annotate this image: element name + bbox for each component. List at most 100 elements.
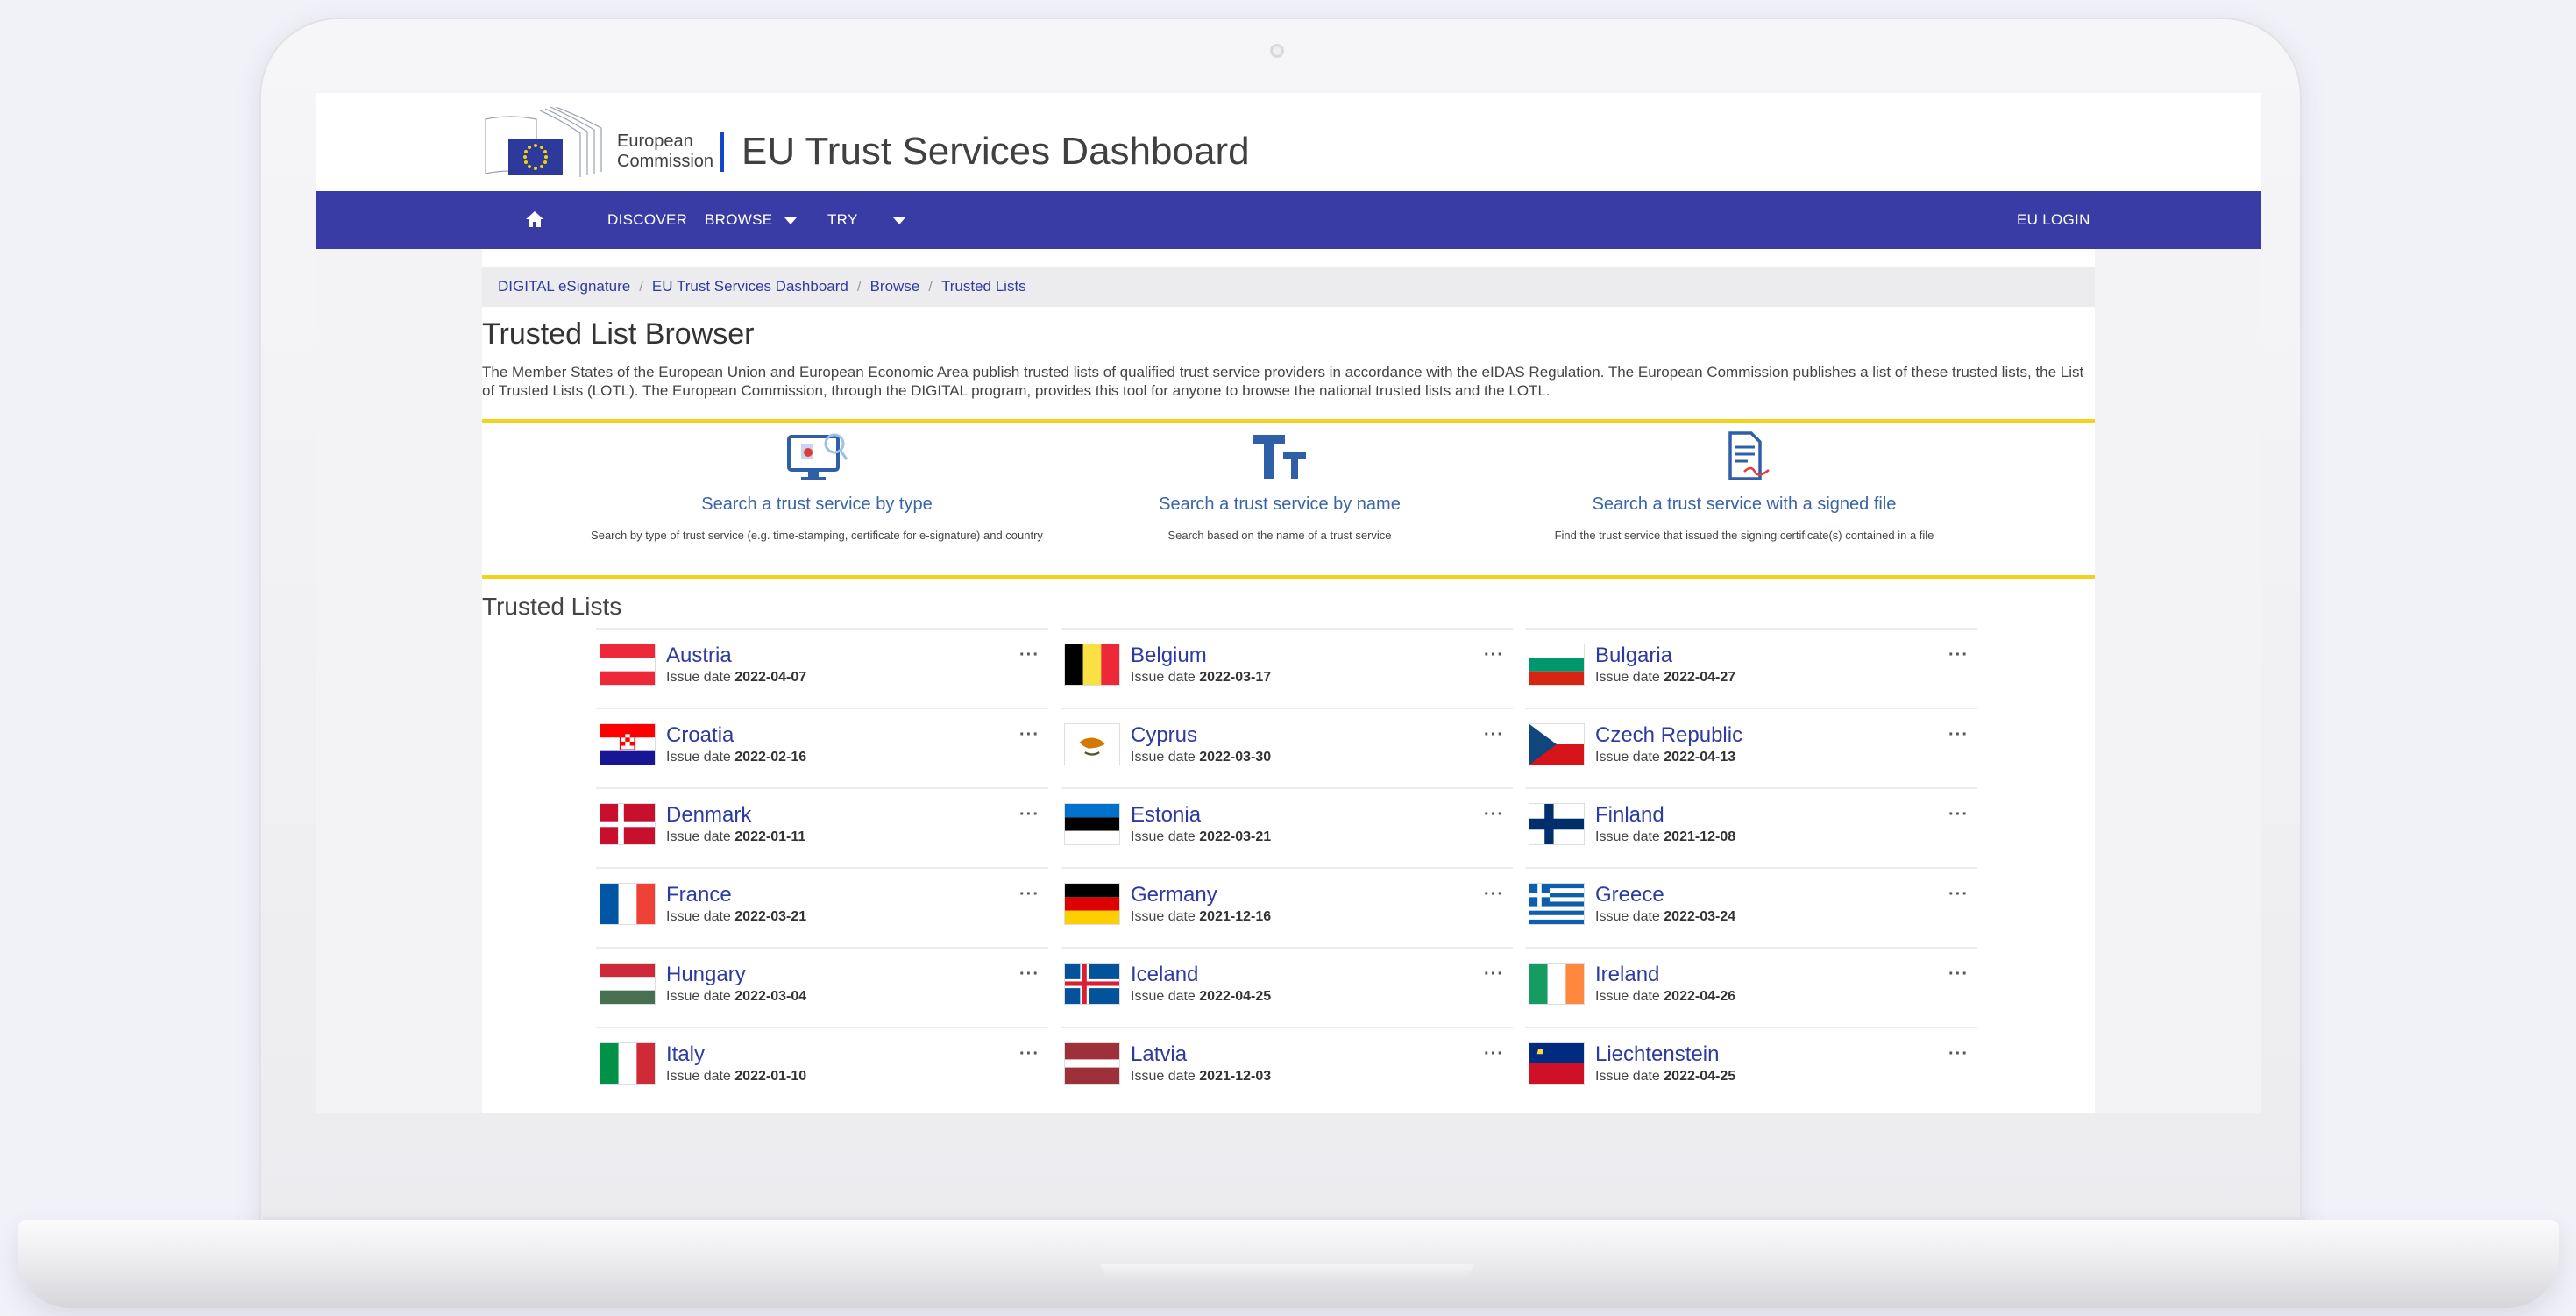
ireland-flag-icon <box>1529 963 1585 1005</box>
more-options-icon[interactable]: ··· <box>1948 885 1969 905</box>
country-card-latvia[interactable]: Latvia Issue date 2021-12-03 ··· <box>1061 1027 1513 1104</box>
more-options-icon[interactable]: ··· <box>1948 1044 1969 1064</box>
country-card-bulgaria[interactable]: Bulgaria Issue date 2022-04-27 ··· <box>1525 628 1977 705</box>
issue-date-label: Issue date <box>1595 750 1660 765</box>
country-card-germany[interactable]: Germany Issue date 2021-12-16 ··· <box>1061 867 1513 944</box>
latvia-flag-icon <box>1064 1042 1120 1085</box>
country-card-hungary[interactable]: Hungary Issue date 2022-03-04 ··· <box>596 947 1048 1024</box>
site-header: European Commission EU Trust Services Da… <box>316 93 2261 191</box>
country-card-denmark[interactable]: Denmark Issue date 2022-01-11 ··· <box>596 787 1048 864</box>
country-card-italy[interactable]: Italy Issue date 2022-01-10 ··· <box>596 1027 1048 1104</box>
country-card-austria[interactable]: Austria Issue date 2022-04-07 ··· <box>596 628 1048 705</box>
more-options-icon[interactable]: ··· <box>1019 805 1040 825</box>
chevron-down-icon <box>784 217 798 224</box>
country-name[interactable]: Croatia <box>666 723 734 748</box>
search-by-file-title[interactable]: Search a trust service with a signed fil… <box>1481 494 2007 515</box>
breadcrumb-dashboard[interactable]: EU Trust Services Dashboard <box>652 278 848 295</box>
search-by-name-card[interactable]: Search a trust service by name Search ba… <box>1017 430 1543 542</box>
hungary-flag-icon <box>600 963 656 1005</box>
site-title: EU Trust Services Dashboard <box>742 130 1250 173</box>
more-options-icon[interactable]: ··· <box>1019 964 1040 985</box>
nav-discover[interactable]: DISCOVER <box>607 191 687 249</box>
nav-try[interactable]: TRY <box>827 191 905 249</box>
search-by-type-title[interactable]: Search a trust service by type <box>554 494 1080 515</box>
country-name[interactable]: Italy <box>666 1042 705 1067</box>
more-options-icon[interactable]: ··· <box>1484 1044 1504 1064</box>
country-name[interactable]: Czech Republic <box>1595 723 1742 748</box>
country-card-iceland[interactable]: Iceland Issue date 2022-04-25 ··· <box>1061 947 1513 1024</box>
breadcrumb-separator: / <box>928 278 933 295</box>
country-name[interactable]: Iceland <box>1131 963 1198 987</box>
country-card-croatia[interactable]: Croatia Issue date 2022-02-16 ··· <box>596 708 1048 785</box>
country-name[interactable]: Finland <box>1595 803 1664 828</box>
bulgaria-flag-icon <box>1529 644 1585 686</box>
country-card-estonia[interactable]: Estonia Issue date 2022-03-21 ··· <box>1061 787 1513 864</box>
more-options-icon[interactable]: ··· <box>1484 885 1504 905</box>
country-card-belgium[interactable]: Belgium Issue date 2022-03-17 ··· <box>1061 628 1513 705</box>
more-options-icon[interactable]: ··· <box>1948 805 1969 825</box>
issue-date: Issue date 2022-03-17 <box>1131 670 1271 686</box>
breadcrumb-trusted-lists[interactable]: Trusted Lists <box>941 278 1026 295</box>
more-options-icon[interactable]: ··· <box>1484 645 1504 665</box>
issue-date-label: Issue date <box>666 750 731 765</box>
more-options-icon[interactable]: ··· <box>1948 645 1969 665</box>
issue-date-value: 2022-03-30 <box>1199 750 1272 765</box>
more-options-icon[interactable]: ··· <box>1484 805 1504 825</box>
issue-date: Issue date 2021-12-08 <box>1595 829 1735 845</box>
country-name[interactable]: Belgium <box>1131 644 1207 668</box>
more-options-icon[interactable]: ··· <box>1019 725 1040 745</box>
country-card-czech-republic[interactable]: Czech Republic Issue date 2022-04-13 ··· <box>1525 708 1977 785</box>
issue-date-value: 2022-01-11 <box>734 829 806 844</box>
computer-search-icon <box>787 433 848 480</box>
country-card-ireland[interactable]: Ireland Issue date 2022-04-26 ··· <box>1525 947 1977 1024</box>
country-name[interactable]: Latvia <box>1131 1042 1187 1067</box>
country-name[interactable]: Germany <box>1131 883 1217 907</box>
webcam <box>1270 44 1284 58</box>
issue-date-value: 2022-01-10 <box>734 1069 807 1084</box>
logo-divider <box>720 132 724 172</box>
country-name[interactable]: Liechtenstein <box>1595 1042 1719 1067</box>
issue-date: Issue date 2022-04-25 <box>1131 989 1271 1005</box>
country-name[interactable]: Austria <box>666 644 732 668</box>
more-options-icon[interactable]: ··· <box>1948 725 1969 745</box>
breadcrumb-browse[interactable]: Browse <box>870 278 920 295</box>
country-card-france[interactable]: France Issue date 2022-03-21 ··· <box>596 867 1048 944</box>
country-name[interactable]: Greece <box>1595 883 1664 907</box>
country-card-cyprus[interactable]: Cyprus Issue date 2022-03-30 ··· <box>1061 708 1513 785</box>
nav-browse[interactable]: BROWSE <box>705 191 798 249</box>
country-name[interactable]: Estonia <box>1131 803 1201 828</box>
italy-flag-icon <box>600 1042 656 1085</box>
issue-date-label: Issue date <box>1131 829 1196 844</box>
more-options-icon[interactable]: ··· <box>1019 1044 1040 1064</box>
more-options-icon[interactable]: ··· <box>1019 645 1040 665</box>
issue-date: Issue date 2022-04-26 <box>1595 989 1735 1005</box>
country-card-liechtenstein[interactable]: Liechtenstein Issue date 2022-04-25 ··· <box>1525 1027 1977 1104</box>
country-name[interactable]: Hungary <box>666 963 746 987</box>
eu-login-link[interactable]: EU LOGIN <box>2017 191 2090 249</box>
more-options-icon[interactable]: ··· <box>1484 964 1504 985</box>
country-card-finland[interactable]: Finland Issue date 2021-12-08 ··· <box>1525 787 1977 864</box>
country-name[interactable]: Denmark <box>666 803 751 828</box>
country-name[interactable]: Bulgaria <box>1595 644 1672 668</box>
country-name[interactable]: Cyprus <box>1131 723 1197 748</box>
issue-date-value: 2022-03-21 <box>1199 829 1272 844</box>
issue-date-label: Issue date <box>1131 750 1196 765</box>
more-options-icon[interactable]: ··· <box>1484 725 1504 745</box>
issue-date-label: Issue date <box>1131 1069 1196 1084</box>
search-by-type-card[interactable]: Search a trust service by type Search by… <box>554 430 1080 542</box>
issue-date: Issue date 2022-01-10 <box>666 1069 806 1085</box>
country-name[interactable]: France <box>666 883 732 907</box>
country-card-greece[interactable]: Greece Issue date 2022-03-24 ··· <box>1525 867 1977 944</box>
breadcrumb-digital-esignature[interactable]: DIGITAL eSignature <box>498 278 630 295</box>
search-by-type-description: Search by type of trust service (e.g. ti… <box>591 529 1043 542</box>
more-options-icon[interactable]: ··· <box>1948 964 1969 985</box>
search-by-file-card[interactable]: Search a trust service with a signed fil… <box>1481 430 2007 542</box>
more-options-icon[interactable]: ··· <box>1019 885 1040 905</box>
country-name[interactable]: Ireland <box>1595 963 1659 987</box>
home-icon[interactable] <box>524 209 545 230</box>
browser-screen: European Commission EU Trust Services Da… <box>316 93 2261 1113</box>
search-by-name-title[interactable]: Search a trust service by name <box>1017 494 1543 515</box>
issue-date-label: Issue date <box>1595 989 1660 1004</box>
main-content: DIGITAL eSignature / EU Trust Services Das… <box>482 249 2095 1113</box>
issue-date-value: 2022-04-07 <box>734 670 807 685</box>
